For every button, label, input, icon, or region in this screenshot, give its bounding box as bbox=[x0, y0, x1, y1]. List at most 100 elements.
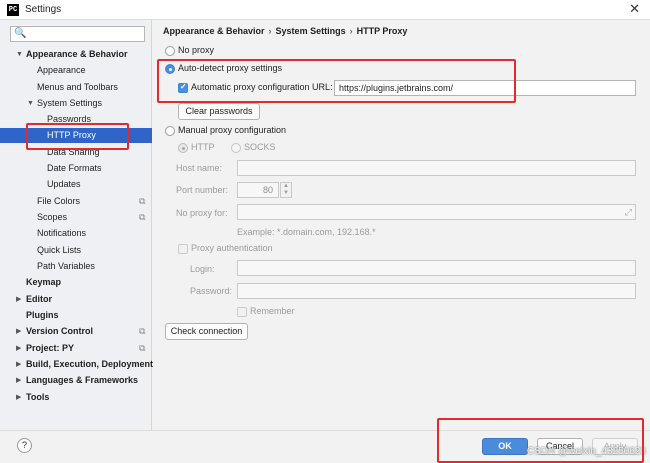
sidebar-item-label: Menus and Toolbars bbox=[37, 82, 118, 92]
port-spinner[interactable]: ▲ ▼ bbox=[280, 182, 292, 198]
project-copy-icon: ⧉ bbox=[139, 326, 146, 336]
expand-icon[interactable]: ⤢ bbox=[625, 207, 632, 218]
project-copy-icon: ⧉ bbox=[139, 196, 146, 206]
chevron-right-icon[interactable]: ▶ bbox=[16, 357, 21, 372]
login-label: Login: bbox=[190, 264, 215, 274]
proxy-auth-checkbox[interactable] bbox=[178, 244, 188, 254]
auto-config-url-input[interactable]: https://plugins.jetbrains.com/ bbox=[334, 80, 636, 96]
search-icon: 🔍 bbox=[14, 28, 27, 39]
socks-radio[interactable] bbox=[231, 143, 241, 153]
dialog-footer: ? OK Cancel Apply CSDN @weixin_43250623 bbox=[0, 430, 650, 463]
sidebar-item-label: System Settings bbox=[37, 98, 103, 108]
auto-config-url-checkbox[interactable] bbox=[178, 82, 188, 93]
auto-detect-label[interactable]: Auto-detect proxy settings bbox=[178, 63, 282, 73]
chevron-right-icon[interactable]: ▶ bbox=[16, 390, 21, 405]
sidebar-item-data-sharing[interactable]: Data Sharing bbox=[0, 145, 152, 160]
sidebar-item-path-variables[interactable]: Path Variables bbox=[0, 259, 152, 274]
sidebar-item-label: Scopes bbox=[37, 212, 68, 222]
sidebar-item-tools[interactable]: ▶ Tools bbox=[0, 390, 152, 405]
no-proxy-radio[interactable] bbox=[165, 46, 175, 56]
sidebar-item-label: Updates bbox=[47, 179, 81, 189]
sidebar-item-quick-lists[interactable]: Quick Lists bbox=[0, 243, 152, 258]
chevron-right-icon[interactable]: ▶ bbox=[16, 324, 21, 339]
sidebar-item-label: Path Variables bbox=[37, 261, 95, 271]
sidebar-item-passwords[interactable]: Passwords bbox=[0, 112, 152, 127]
sidebar-item-label: HTTP Proxy bbox=[47, 130, 96, 140]
http-proxy-panel: Appearance & Behavior › System Settings › HT… bbox=[153, 20, 650, 430]
breadcrumb-item[interactable]: Appearance & Behavior bbox=[163, 26, 265, 36]
sidebar-item-label: Editor bbox=[26, 294, 52, 304]
sidebar-item-project-py[interactable]: ▶ Project: PY ⧉ bbox=[0, 341, 152, 356]
remember-checkbox[interactable] bbox=[237, 307, 247, 317]
manual-proxy-label[interactable]: Manual proxy configuration bbox=[178, 125, 286, 135]
sidebar-item-label: File Colors bbox=[37, 196, 81, 206]
sidebar-item-build-execution-deployment[interactable]: ▶ Build, Execution, Deployment bbox=[0, 357, 154, 372]
search-input[interactable] bbox=[29, 28, 141, 40]
breadcrumb: Appearance & Behavior › System Settings › HT… bbox=[163, 26, 407, 36]
sidebar-item-label: Project: PY bbox=[26, 343, 75, 353]
sidebar-item-keymap[interactable]: Keymap bbox=[0, 275, 152, 290]
sidebar-item-scopes[interactable]: Scopes ⧉ bbox=[0, 210, 152, 225]
sidebar-item-system-settings[interactable]: ▼ System Settings bbox=[0, 96, 152, 111]
auto-detect-radio[interactable] bbox=[165, 64, 175, 74]
breadcrumb-item[interactable]: System Settings bbox=[276, 26, 346, 36]
socks-label[interactable]: SOCKS bbox=[244, 142, 276, 152]
chevron-right-icon[interactable]: ▶ bbox=[16, 292, 21, 307]
sidebar-item-label: Tools bbox=[26, 392, 50, 402]
settings-sidebar: 🔍 ▼ Appearance & Behavior Appearance Men… bbox=[0, 20, 154, 430]
sidebar-item-languages-frameworks[interactable]: ▶ Languages & Frameworks bbox=[0, 373, 152, 388]
chevron-down-icon[interactable]: ▼ bbox=[27, 96, 34, 111]
sidebar-item-date-formats[interactable]: Date Formats bbox=[0, 161, 152, 176]
title-bar: PC Settings ✕ bbox=[0, 0, 650, 20]
window-title: Settings bbox=[25, 4, 62, 15]
ok-button[interactable]: OK bbox=[482, 438, 528, 455]
project-copy-icon: ⧉ bbox=[139, 343, 146, 353]
csdn-watermark: CSDN @weixin_43250623 bbox=[526, 446, 646, 457]
password-input[interactable] bbox=[237, 283, 636, 299]
sidebar-item-label: Notifications bbox=[37, 228, 87, 238]
project-copy-icon: ⧉ bbox=[139, 212, 146, 222]
sidebar-item-file-colors[interactable]: File Colors ⧉ bbox=[0, 194, 152, 209]
sidebar-item-http-proxy[interactable]: HTTP Proxy bbox=[0, 128, 152, 143]
breadcrumb-separator: › bbox=[349, 26, 353, 36]
help-icon[interactable]: ? bbox=[17, 438, 32, 453]
breadcrumb-separator: › bbox=[268, 26, 272, 36]
auto-config-url-label[interactable]: Automatic proxy configuration URL: bbox=[191, 82, 333, 92]
port-number-label: Port number: bbox=[176, 185, 229, 195]
login-input[interactable] bbox=[237, 260, 636, 276]
chevron-right-icon[interactable]: ▶ bbox=[16, 341, 21, 356]
no-proxy-for-input[interactable]: ⤢ bbox=[237, 204, 636, 220]
sidebar-item-label: Version Control bbox=[26, 326, 94, 336]
proxy-auth-label[interactable]: Proxy authentication bbox=[191, 243, 273, 253]
port-number-value: 80 bbox=[263, 185, 274, 195]
sidebar-item-plugins[interactable]: Plugins bbox=[0, 308, 152, 323]
remember-label[interactable]: Remember bbox=[250, 306, 295, 316]
sidebar-item-updates[interactable]: Updates bbox=[0, 177, 152, 192]
http-radio[interactable] bbox=[178, 143, 188, 153]
sidebar-item-label: Appearance bbox=[37, 65, 86, 75]
sidebar-item-menus-toolbars[interactable]: Menus and Toolbars bbox=[0, 80, 152, 95]
http-label[interactable]: HTTP bbox=[191, 142, 215, 152]
manual-proxy-radio[interactable] bbox=[165, 126, 175, 136]
sidebar-item-label: Build, Execution, Deployment bbox=[26, 359, 154, 369]
sidebar-item-label: Plugins bbox=[26, 310, 59, 320]
sidebar-item-editor[interactable]: ▶ Editor bbox=[0, 292, 152, 307]
sidebar-item-appearance-behavior[interactable]: ▼ Appearance & Behavior bbox=[0, 47, 152, 62]
check-connection-button[interactable]: Check connection bbox=[165, 323, 248, 340]
sidebar-item-notifications[interactable]: Notifications bbox=[0, 226, 152, 241]
sidebar-item-appearance[interactable]: Appearance bbox=[0, 63, 152, 78]
sidebar-item-label: Passwords bbox=[47, 114, 92, 124]
chevron-down-icon[interactable]: ▼ bbox=[16, 47, 23, 62]
no-proxy-label[interactable]: No proxy bbox=[178, 45, 214, 55]
port-number-input[interactable]: 80 bbox=[237, 182, 279, 198]
clear-passwords-button[interactable]: Clear passwords bbox=[178, 103, 260, 120]
search-box[interactable]: 🔍 bbox=[10, 26, 145, 42]
sidebar-item-label: Date Formats bbox=[47, 163, 102, 173]
close-icon[interactable]: ✕ bbox=[629, 1, 640, 17]
chevron-right-icon[interactable]: ▶ bbox=[16, 373, 21, 388]
sidebar-item-label: Keymap bbox=[26, 277, 62, 287]
sidebar-item-version-control[interactable]: ▶ Version Control ⧉ bbox=[0, 324, 152, 339]
host-name-input[interactable] bbox=[237, 160, 636, 176]
sidebar-item-label: Languages & Frameworks bbox=[26, 375, 139, 385]
sidebar-item-label: Appearance & Behavior bbox=[26, 49, 128, 59]
